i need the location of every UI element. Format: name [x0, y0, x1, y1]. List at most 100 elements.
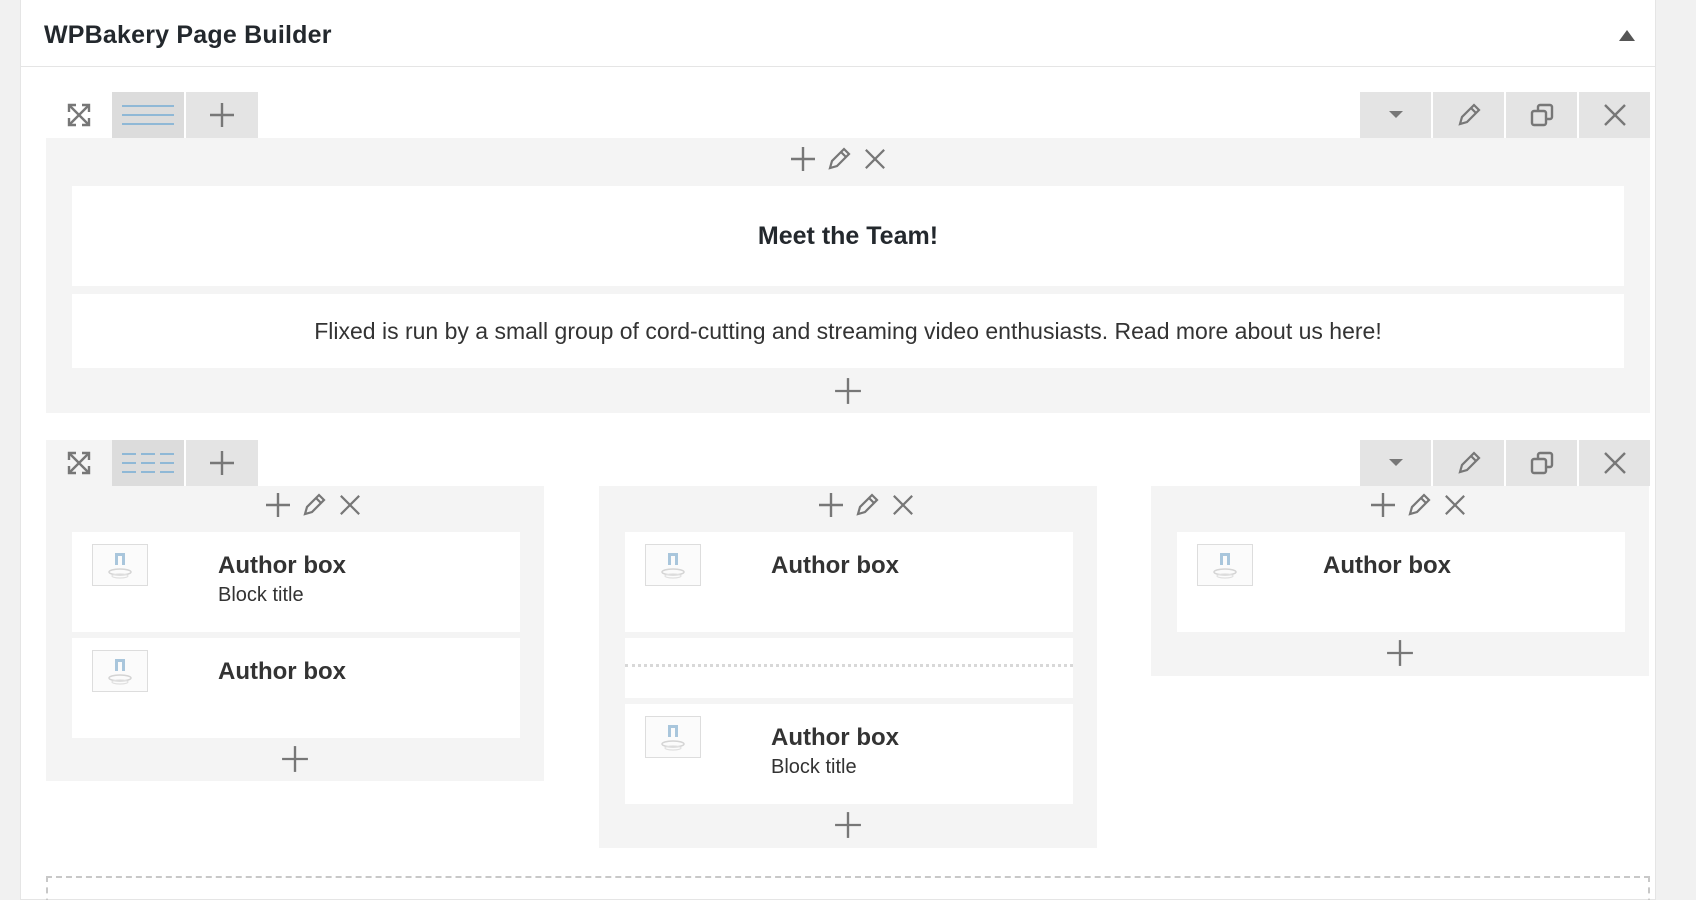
col2-edit-button[interactable]	[852, 490, 882, 520]
row2-clone-button[interactable]	[1506, 440, 1577, 486]
row1-edit-button[interactable]	[1433, 92, 1504, 138]
author-box-title: Author box	[771, 552, 899, 579]
row2-layout-button[interactable]	[112, 440, 184, 486]
row1-add-column-button[interactable]	[186, 92, 258, 138]
author-image-icon	[645, 716, 701, 758]
row1-col-edit-button[interactable]	[824, 144, 854, 174]
author-box-element[interactable]: Author box	[625, 532, 1073, 632]
col2-add-button[interactable]	[816, 490, 846, 520]
plus-icon	[1387, 640, 1413, 666]
col2-controls	[816, 490, 918, 520]
author-image-icon	[92, 544, 148, 586]
row1-controls-right	[1360, 92, 1650, 138]
close-icon	[1445, 495, 1465, 515]
row1-add-element-button[interactable]	[831, 374, 865, 408]
col2-delete-button[interactable]	[888, 490, 918, 520]
plus-icon	[835, 812, 861, 838]
close-icon	[340, 495, 360, 515]
row1-column: Meet the Team! Flixed is run by a small …	[46, 138, 1650, 413]
author-box-title: Author box	[771, 724, 899, 751]
row1-layout-button[interactable]	[112, 92, 184, 138]
author-box-title: Author box	[218, 552, 346, 579]
author-image-icon	[645, 544, 701, 586]
plus-icon	[1371, 493, 1395, 517]
plus-icon	[835, 378, 861, 404]
col3-add-element-button[interactable]	[1383, 636, 1417, 670]
author-box-element[interactable]: Author box	[1177, 532, 1625, 632]
plus-icon	[282, 746, 308, 772]
column-layout-icon	[122, 453, 174, 473]
author-image-icon	[92, 650, 148, 692]
row2-column-2: Author box Author box Block title	[599, 486, 1097, 848]
separator-element[interactable]	[625, 638, 1073, 698]
row1-controls-left	[46, 92, 258, 138]
plus-icon	[210, 103, 234, 127]
pencil-icon	[828, 147, 851, 170]
col1-edit-button[interactable]	[299, 490, 329, 520]
row2-column-3: Author box	[1151, 486, 1649, 676]
panel-header[interactable]: WPBakery Page Builder	[21, 0, 1655, 67]
row2-add-column-button[interactable]	[186, 440, 258, 486]
plus-icon	[791, 147, 815, 171]
row2-toggle-button[interactable]	[1360, 440, 1431, 486]
col1-controls	[263, 490, 365, 520]
pencil-icon	[1408, 493, 1431, 516]
heading-text: Meet the Team!	[757, 221, 939, 250]
close-icon	[1603, 104, 1626, 126]
plus-icon	[819, 493, 843, 517]
text-block-content: Flixed is run by a small group of cord-c…	[314, 317, 1382, 344]
author-box-element[interactable]: Author box Block title	[72, 532, 520, 632]
plus-icon	[210, 451, 234, 475]
wpbakery-panel: WPBakery Page Builder Meet the Team! Fli…	[20, 0, 1656, 900]
arrows-expand-icon	[67, 103, 91, 127]
row1-move-handle[interactable]	[46, 92, 112, 138]
col3-delete-button[interactable]	[1440, 490, 1470, 520]
author-box-element[interactable]: Author box Block title	[625, 704, 1073, 804]
row2-delete-button[interactable]	[1579, 440, 1650, 486]
col1-delete-button[interactable]	[335, 490, 365, 520]
pencil-icon	[1457, 103, 1481, 126]
author-box-element[interactable]: Author box	[72, 638, 520, 738]
col2-add-element-button[interactable]	[831, 808, 865, 842]
add-row-dropzone[interactable]	[46, 876, 1650, 900]
heading-element[interactable]: Meet the Team!	[72, 186, 1624, 286]
pencil-icon	[856, 493, 879, 516]
duplicate-icon	[1530, 103, 1553, 127]
author-box-title: Author box	[218, 658, 346, 685]
duplicate-icon	[1530, 451, 1553, 475]
caret-down-icon	[1388, 111, 1403, 118]
col3-controls	[1368, 490, 1470, 520]
arrows-expand-icon	[67, 451, 91, 475]
row1-delete-button[interactable]	[1579, 92, 1650, 138]
close-icon	[893, 495, 913, 515]
close-icon	[865, 149, 885, 169]
pencil-icon	[303, 493, 326, 516]
row1-clone-button[interactable]	[1506, 92, 1577, 138]
collapse-toggle-icon[interactable]	[1619, 30, 1635, 41]
author-box-title: Author box	[1323, 552, 1451, 579]
col1-add-element-button[interactable]	[278, 742, 312, 776]
col3-edit-button[interactable]	[1404, 490, 1434, 520]
col3-add-button[interactable]	[1368, 490, 1398, 520]
separator-line	[625, 664, 1073, 667]
text-block-element[interactable]: Flixed is run by a small group of cord-c…	[72, 294, 1624, 368]
column-layout-icon	[122, 105, 174, 125]
row2-controls-left	[46, 440, 258, 486]
panel-title: WPBakery Page Builder	[44, 21, 332, 49]
col1-add-button[interactable]	[263, 490, 293, 520]
row1-column-controls	[788, 144, 890, 174]
caret-down-icon	[1388, 459, 1403, 466]
close-icon	[1603, 452, 1626, 474]
row1-col-delete-button[interactable]	[860, 144, 890, 174]
row2-controls-right	[1360, 440, 1650, 486]
row2-move-handle[interactable]	[46, 440, 112, 486]
row1-col-add-button[interactable]	[788, 144, 818, 174]
author-box-subtitle: Block title	[218, 584, 304, 606]
row2-column-1: Author box Block title Author box	[46, 486, 544, 781]
pencil-icon	[1457, 451, 1481, 474]
plus-icon	[266, 493, 290, 517]
author-box-subtitle: Block title	[771, 756, 857, 778]
row2-edit-button[interactable]	[1433, 440, 1504, 486]
author-image-icon	[1197, 544, 1253, 586]
row1-toggle-button[interactable]	[1360, 92, 1431, 138]
